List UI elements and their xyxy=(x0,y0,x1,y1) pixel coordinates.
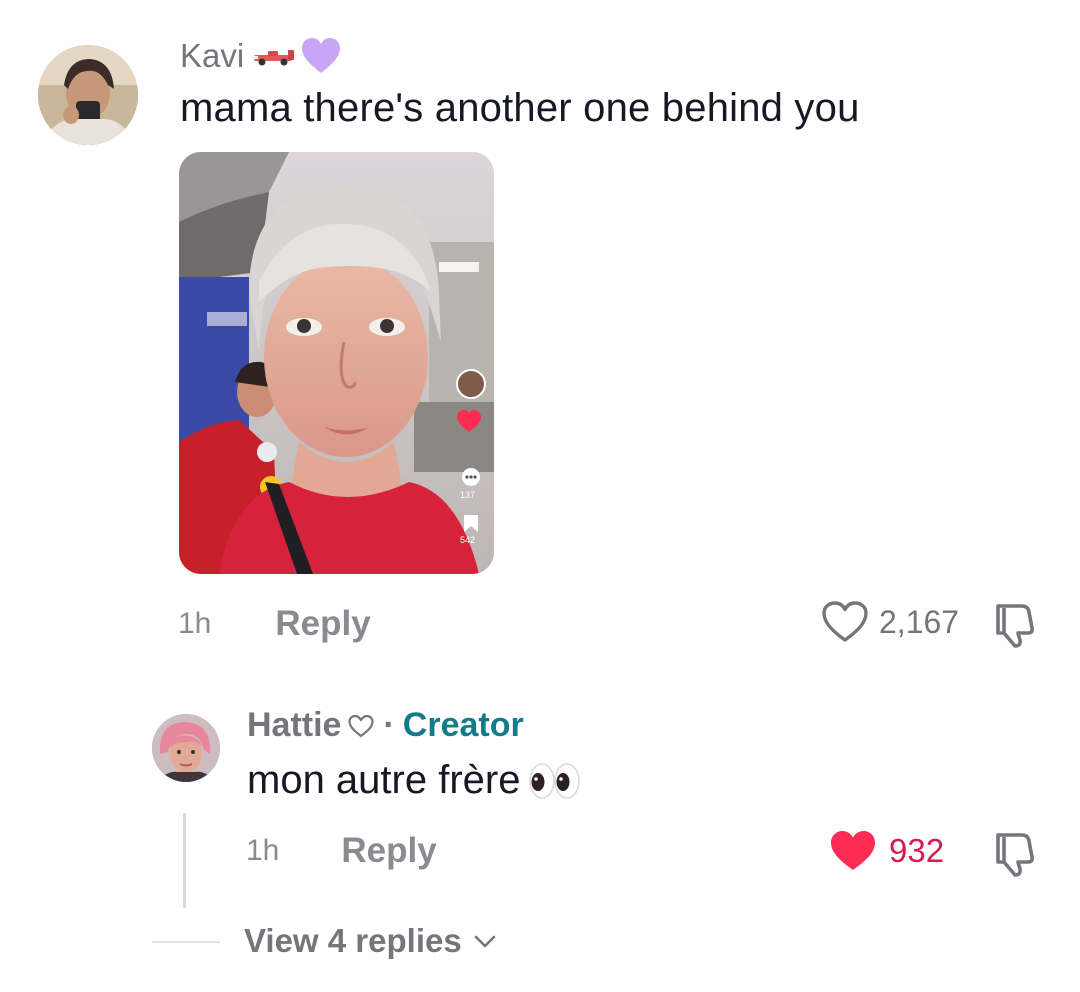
comment-thread: Kavi mama there's another one behind you xyxy=(0,0,1080,992)
reply-text: mon autre frère xyxy=(247,758,521,802)
reply-dislike-button[interactable] xyxy=(992,829,1042,884)
race-car-icon xyxy=(252,50,295,66)
video-thumbnail[interactable]: 137 542 xyxy=(179,152,494,574)
reply-meta: 1h Reply xyxy=(246,831,437,871)
thread-line xyxy=(183,813,186,908)
view-replies-button[interactable]: View 4 replies xyxy=(244,922,498,960)
chevron-down-icon xyxy=(474,935,496,948)
dislike-button[interactable] xyxy=(992,600,1042,655)
heart-outline-icon xyxy=(822,601,868,642)
comment-meta: 1h Reply xyxy=(178,604,371,644)
thumbnail-image xyxy=(179,152,494,574)
reply-like-button[interactable]: 932 xyxy=(829,829,944,873)
reply-time: 1h xyxy=(246,834,280,867)
heart-outline-icon xyxy=(348,714,375,737)
reply-like-count: 932 xyxy=(889,832,945,869)
eyes-icon xyxy=(529,762,581,799)
divider xyxy=(152,941,220,943)
view-replies-label: View 4 replies xyxy=(244,922,462,959)
comment-time: 1h xyxy=(178,607,212,640)
thumbs-down-icon xyxy=(996,604,1034,648)
like-button[interactable]: 2,167 xyxy=(821,600,959,644)
reply-avatar[interactable] xyxy=(152,714,220,782)
heart-filled-icon xyxy=(831,831,875,870)
reply-button[interactable]: Reply xyxy=(341,831,436,871)
avatar[interactable] xyxy=(38,45,138,145)
reply-username[interactable]: Hattie xyxy=(247,706,341,745)
creator-badge: Creator xyxy=(402,706,524,744)
username[interactable]: Kavi xyxy=(180,37,244,75)
username-badges xyxy=(250,36,342,76)
reply-avatar-image xyxy=(152,714,220,782)
avatar-image xyxy=(38,45,138,145)
reply-author[interactable]: Hattie · Creator xyxy=(247,706,524,745)
comment-text: mama there's another one behind you xyxy=(180,86,860,130)
thumbnail-save-count: 542 xyxy=(460,535,476,545)
thumbnail-like-count: 137 xyxy=(460,490,476,500)
separator: · xyxy=(383,706,395,744)
purple-heart-icon xyxy=(302,38,341,73)
thumbs-down-icon xyxy=(996,833,1034,877)
comment-author[interactable]: Kavi xyxy=(180,36,342,76)
reply-button[interactable]: Reply xyxy=(275,604,370,644)
reply-text-row: mon autre frère xyxy=(247,758,582,803)
like-count: 2,167 xyxy=(879,603,960,640)
